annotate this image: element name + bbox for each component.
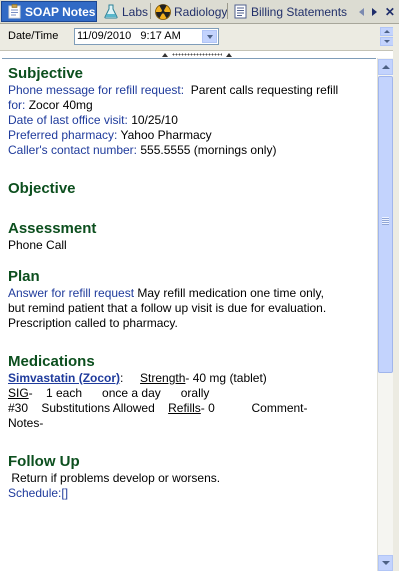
refills-label: Refills [168,401,201,415]
assessment-text: Phone Call [8,238,67,252]
spin-up-icon[interactable] [380,27,394,36]
collapse-up-icon [226,52,232,57]
tab-soap-notes[interactable]: SOAP Notes [1,1,97,22]
contact-line: Caller's contact number: 555.5555 (morni… [8,143,370,158]
soap-note-content: Subjective Phone message for refill requ… [2,59,376,501]
section-heading-assessment: Assessment [8,220,97,237]
tab-scroll-right-icon[interactable] [371,7,377,16]
datetime-label: Date/Time [8,30,59,42]
follow-up-text: Return if problems develop or worsens. [8,471,370,486]
section-heading-subjective: Subjective [8,65,84,82]
section-heading-objective: Objective [8,180,76,197]
section-heading-medications: Medications [8,353,95,370]
comment-label: Comment- [251,401,308,415]
grip-icon [172,53,222,56]
pharmacy-line: Preferred pharmacy: Yahoo Pharmacy [8,128,370,143]
substitutions-text: Substitutions Allowed [41,401,155,415]
tab-label: Labs [122,4,149,19]
refill-for-value: Zocor 40mg [28,98,93,112]
close-icon[interactable]: ✕ [385,6,395,18]
contact-label: Caller's contact number: [8,143,138,157]
soap-note-pane: Subjective Phone message for refill requ… [2,58,376,572]
follow-up-instruction: Return if problems develop or worsens. [11,471,221,485]
medication-name-link[interactable]: Simvastatin (Zocor) [8,371,120,385]
tab-strip: SOAP Notes Labs Radiology Billing Statem… [0,0,399,24]
refill-answer-label: Answer for refill request [8,286,135,300]
flask-icon [103,4,119,20]
last-visit-line: Date of last office visit: 10/25/10 [8,113,370,128]
document-icon [232,4,248,20]
datetime-value: 11/09/2010 9:17 AM [77,30,181,42]
splitter-handle[interactable] [162,51,232,58]
scroll-down-icon[interactable] [378,555,393,571]
quantity-value: #30 [8,401,29,415]
strength-label: Strength [140,371,186,385]
spin-down-icon[interactable] [380,37,394,46]
tab-label: SOAP Notes [25,4,96,19]
medication-line-1: Simvastatin (Zocor): Strength- 40 mg (ta… [8,371,267,385]
grip-icon [382,217,389,225]
plan-text-2: but remind patient that a follow up visi… [8,301,327,315]
refill-request-line: Phone message for refill request: Parent… [8,83,370,98]
refill-request-text: Parent calls requesting refill [190,83,339,97]
strength-value: - 40 mg (tablet) [185,371,267,385]
notes-label: Notes- [8,416,44,430]
plan-text-1: May refill medication one time only, [137,286,324,300]
last-visit-label: Date of last office visit: [8,113,128,127]
section-heading-follow-up: Follow Up [8,453,80,470]
datetime-bar: Date/Time 11/09/2010 9:17 AM [0,24,399,51]
contact-value: 555.5555 (mornings only) [140,143,277,157]
refill-for-label: for: [8,98,26,112]
refills-value: - 0 [200,401,215,415]
radiation-icon [155,3,171,20]
medication-line-2: SIG- 1 each once a day orally [8,386,370,401]
last-visit-value: 10/25/10 [131,113,178,127]
tab-labs[interactable]: Labs [99,1,151,22]
plan-text-3: Prescription called to pharmacy. [8,316,178,330]
pharmacy-value: Yahoo Pharmacy [120,128,212,142]
pharmacy-label: Preferred pharmacy: [8,128,118,142]
vertical-scrollbar[interactable] [377,58,393,571]
tab-label: Billing Statements [251,4,348,19]
window-edge [393,24,399,571]
chevron-down-icon[interactable] [202,30,217,43]
sig-label: SIG [8,386,29,400]
tab-billing-statements[interactable]: Billing Statements [228,1,350,22]
tab-label: Radiology [174,4,228,19]
notepad-icon [6,4,22,20]
section-heading-plan: Plan [8,268,40,285]
refill-for-line: for: Zocor 40mg [8,98,370,113]
refill-request-label: Phone message for refill request: [8,83,185,97]
scroll-thumb[interactable] [378,76,393,373]
datetime-picker[interactable]: 11/09/2010 9:17 AM [74,28,219,45]
scroll-up-icon[interactable] [378,59,393,75]
medication-line-3: #30 Substitutions Allowed Refills- 0 Com… [8,401,370,416]
tab-radiology[interactable]: Radiology [151,1,227,22]
schedule-link[interactable]: Schedule:[] [8,486,370,501]
collapse-up-icon [162,52,168,57]
tab-nav: ✕ [355,1,399,22]
tab-scroll-left-icon[interactable] [358,7,364,16]
plan-line-1: Answer for refill request May refill med… [8,286,370,301]
sig-value: - 1 each once a day orally [28,386,210,400]
